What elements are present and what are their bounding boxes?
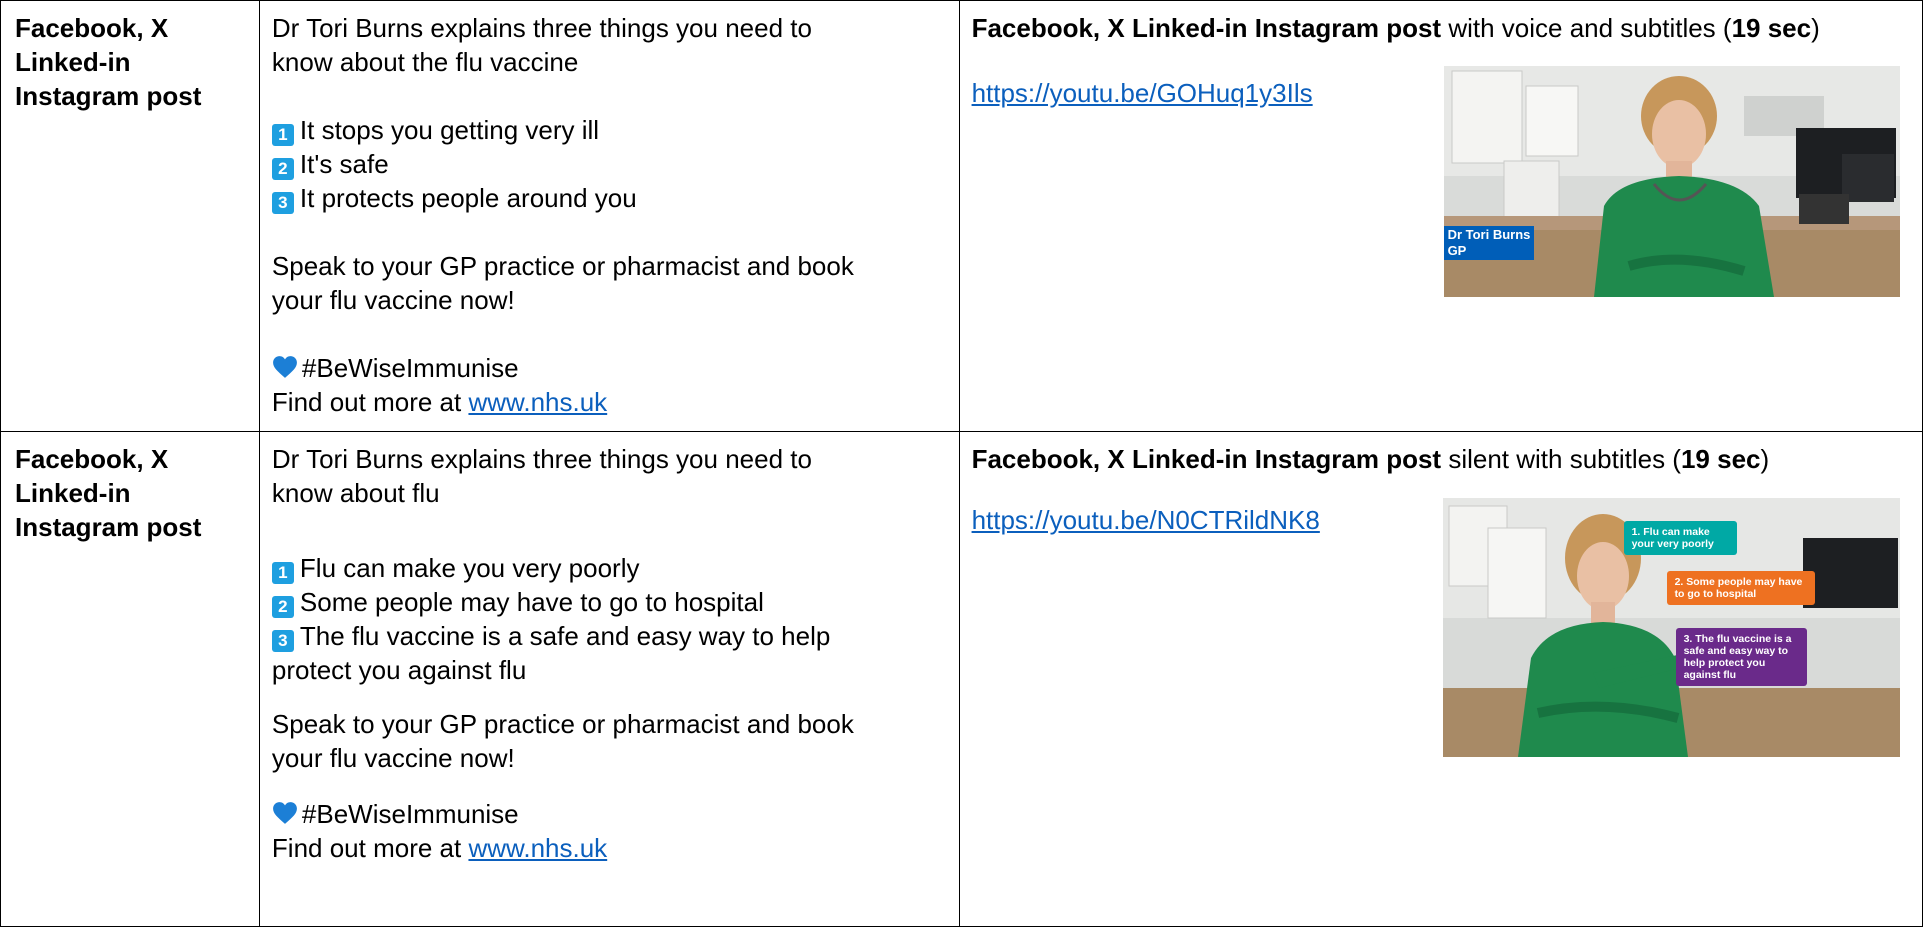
intro-line: know about flu	[271, 478, 440, 508]
content-table: Facebook, X Linked-in Instagram post Dr …	[0, 0, 1923, 927]
list-item: 1 It stops you getting very ill	[271, 113, 959, 147]
cta-line: your flu vaccine now!	[271, 285, 515, 315]
cta-line: Speak to your GP practice or pharmacist …	[271, 251, 854, 281]
blue-heart-icon	[272, 802, 297, 824]
blue-heart-icon	[272, 356, 297, 378]
list-item: 2 It's safe	[271, 147, 959, 181]
subtitle-bubble: 2. Some people may have to go to hospita…	[1666, 571, 1815, 605]
platform-label: Facebook, X Linked-in Instagram post	[15, 444, 202, 542]
keycap-3-icon: 3	[271, 630, 294, 652]
nhs-link[interactable]: www.nhs.uk	[468, 387, 607, 417]
post-copy-cell: Dr Tori Burns explains three things you …	[258, 0, 960, 432]
keycap-3-icon: 3	[271, 192, 294, 214]
post-copy: Dr Tori Burns explains three things you …	[260, 432, 959, 865]
list-item: 2 Some people may have to go to hospital	[271, 585, 959, 619]
video-title: Facebook, X Linked-in Instagram post sil…	[971, 444, 1770, 474]
video-cell: Facebook, X Linked-in Instagram post sil…	[958, 431, 1923, 927]
subtitle-bubble: 1. Flu can make your very poorly	[1623, 521, 1737, 555]
nhs-link[interactable]: www.nhs.uk	[468, 833, 607, 863]
find-more-line: Find out more at www.nhs.uk	[271, 387, 608, 417]
cta-line: your flu vaccine now!	[271, 743, 515, 773]
name-caption: Dr Tori Burns GP	[1443, 226, 1535, 260]
video-still	[1443, 66, 1900, 297]
intro-line: Dr Tori Burns explains three things you …	[271, 444, 812, 474]
video-link[interactable]: https://youtu.be/N0CTRildNK8	[972, 505, 1320, 536]
list-item-continuation: protect you against flu	[271, 655, 527, 685]
platform-cell: Facebook, X Linked-in Instagram post	[0, 0, 260, 432]
list-item: 3 It protects people around you	[271, 181, 959, 215]
keycap-2-icon: 2	[271, 158, 294, 180]
video-link[interactable]: https://youtu.be/GOHuq1y3Ils	[972, 78, 1313, 109]
keycap-2-icon: 2	[271, 596, 294, 618]
post-copy: Dr Tori Burns explains three things you …	[260, 1, 959, 419]
video-title: Facebook, X Linked-in Instagram post wit…	[971, 13, 1820, 43]
intro-line: know about the flu vaccine	[271, 47, 579, 77]
video-thumbnail[interactable]: Dr Tori Burns GP	[1443, 66, 1900, 297]
post-copy-cell: Dr Tori Burns explains three things you …	[258, 431, 960, 927]
platform-cell: Facebook, X Linked-in Instagram post	[0, 431, 260, 927]
intro-line: Dr Tori Burns explains three things you …	[271, 13, 812, 43]
video-cell: Facebook, X Linked-in Instagram post wit…	[958, 0, 1923, 432]
table-row: Facebook, X Linked-in Instagram post Dr …	[0, 0, 1923, 432]
hashtag-line: #BeWiseImmunise	[272, 797, 959, 831]
keycap-1-icon: 1	[271, 124, 294, 146]
video-thumbnail[interactable]: 1. Flu can make your very poorly 2. Some…	[1442, 498, 1900, 757]
list-item: 3 The flu vaccine is a safe and easy way …	[271, 619, 959, 653]
cta-line: Speak to your GP practice or pharmacist …	[271, 709, 854, 739]
find-more-line: Find out more at www.nhs.uk	[271, 833, 608, 863]
table-row: Facebook, X Linked-in Instagram post Dr …	[0, 431, 1923, 927]
subtitle-bubble: 3. The flu vaccine is a safe and easy wa…	[1675, 628, 1807, 686]
keycap-1-icon: 1	[271, 562, 294, 584]
play-icon	[1862, 256, 1892, 286]
platform-label: Facebook, X Linked-in Instagram post	[15, 13, 202, 111]
hashtag-line: #BeWiseImmunise	[272, 351, 959, 385]
list-item: 1 Flu can make you very poorly	[271, 551, 959, 585]
